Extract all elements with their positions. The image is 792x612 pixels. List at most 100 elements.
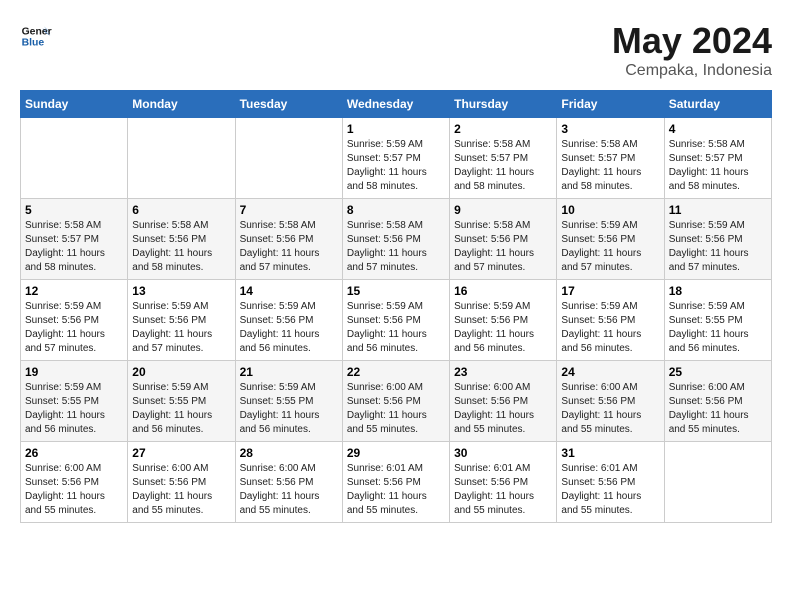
calendar-cell: 10 Sunrise: 5:59 AM Sunset: 5:56 PM Dayli… [557, 199, 664, 280]
day-of-week-header: Sunday [21, 91, 128, 118]
calendar-cell: 30 Sunrise: 6:01 AM Sunset: 5:56 PM Dayli… [450, 442, 557, 523]
day-of-week-header: Friday [557, 91, 664, 118]
calendar-cell: 22 Sunrise: 6:00 AM Sunset: 5:56 PM Dayli… [342, 361, 449, 442]
calendar-cell: 1 Sunrise: 5:59 AM Sunset: 5:57 PM Daylig… [342, 118, 449, 199]
day-info: Sunrise: 5:59 AM Sunset: 5:55 PM Dayligh… [240, 381, 338, 437]
calendar-cell: 12 Sunrise: 5:59 AM Sunset: 5:56 PM Dayli… [21, 280, 128, 361]
day-number: 13 [132, 284, 230, 298]
day-number: 10 [561, 203, 659, 217]
day-info: Sunrise: 6:01 AM Sunset: 5:56 PM Dayligh… [454, 462, 552, 518]
day-number: 25 [669, 365, 767, 379]
day-info: Sunrise: 5:58 AM Sunset: 5:56 PM Dayligh… [132, 219, 230, 275]
day-info: Sunrise: 5:59 AM Sunset: 5:55 PM Dayligh… [25, 381, 123, 437]
day-info: Sunrise: 5:58 AM Sunset: 5:56 PM Dayligh… [454, 219, 552, 275]
calendar-cell: 13 Sunrise: 5:59 AM Sunset: 5:56 PM Dayli… [128, 280, 235, 361]
subtitle: Cempaka, Indonesia [612, 62, 772, 80]
day-info: Sunrise: 6:00 AM Sunset: 5:56 PM Dayligh… [561, 381, 659, 437]
calendar-cell: 23Sunrise: 6:00 AM Sunset: 5:56 PM Dayli… [450, 361, 557, 442]
calendar-week-row: 5Sunrise: 5:58 AM Sunset: 5:57 PM Daylig… [21, 199, 772, 280]
day-number: 2 [454, 122, 552, 136]
calendar-cell: 9Sunrise: 5:58 AM Sunset: 5:56 PM Daylig… [450, 199, 557, 280]
main-title: May 2024 [612, 20, 772, 62]
day-info: Sunrise: 5:58 AM Sunset: 5:56 PM Dayligh… [347, 219, 445, 275]
day-number: 16 [454, 284, 552, 298]
day-info: Sunrise: 5:59 AM Sunset: 5:56 PM Dayligh… [669, 219, 767, 275]
calendar-week-row: 26 Sunrise: 6:00 AM Sunset: 5:56 PM Dayli… [21, 442, 772, 523]
day-number: 31 [561, 446, 659, 460]
page-header: General Blue May 2024 Cempaka, Indonesia [20, 20, 772, 80]
day-number: 21 [240, 365, 338, 379]
day-number: 27 [132, 446, 230, 460]
calendar-week-row: 19Sunrise: 5:59 AM Sunset: 5:55 PM Dayli… [21, 361, 772, 442]
day-info: Sunrise: 5:59 AM Sunset: 5:56 PM Dayligh… [347, 300, 445, 356]
calendar-cell: 19Sunrise: 5:59 AM Sunset: 5:55 PM Dayli… [21, 361, 128, 442]
day-info: Sunrise: 5:59 AM Sunset: 5:55 PM Dayligh… [132, 381, 230, 437]
svg-text:Blue: Blue [22, 38, 45, 49]
day-info: Sunrise: 5:59 AM Sunset: 5:56 PM Dayligh… [561, 300, 659, 356]
day-of-week-header: Thursday [450, 91, 557, 118]
day-number: 8 [347, 203, 445, 217]
day-of-week-header: Tuesday [235, 91, 342, 118]
day-info: Sunrise: 6:00 AM Sunset: 5:56 PM Dayligh… [347, 381, 445, 437]
calendar-cell: 24 Sunrise: 6:00 AM Sunset: 5:56 PM Dayli… [557, 361, 664, 442]
calendar-cell: 16 Sunrise: 5:59 AM Sunset: 5:56 PM Dayli… [450, 280, 557, 361]
day-info: Sunrise: 6:00 AM Sunset: 5:56 PM Dayligh… [132, 462, 230, 518]
calendar-cell [664, 442, 771, 523]
day-info: Sunrise: 6:00 AM Sunset: 5:56 PM Dayligh… [240, 462, 338, 518]
day-number: 26 [25, 446, 123, 460]
day-info: Sunrise: 5:58 AM Sunset: 5:57 PM Dayligh… [25, 219, 123, 275]
day-info: Sunrise: 6:00 AM Sunset: 5:56 PM Dayligh… [25, 462, 123, 518]
day-info: Sunrise: 5:59 AM Sunset: 5:57 PM Dayligh… [347, 138, 445, 194]
calendar-week-row: 12 Sunrise: 5:59 AM Sunset: 5:56 PM Dayli… [21, 280, 772, 361]
calendar-cell: 31 Sunrise: 6:01 AM Sunset: 5:56 PM Dayli… [557, 442, 664, 523]
title-area: May 2024 Cempaka, Indonesia [612, 20, 772, 80]
day-of-week-header: Wednesday [342, 91, 449, 118]
calendar-cell: 4Sunrise: 5:58 AM Sunset: 5:57 PM Daylig… [664, 118, 771, 199]
day-number: 20 [132, 365, 230, 379]
calendar-cell: 3Sunrise: 5:58 AM Sunset: 5:57 PM Daylig… [557, 118, 664, 199]
day-number: 24 [561, 365, 659, 379]
calendar-cell: 11Sunrise: 5:59 AM Sunset: 5:56 PM Dayli… [664, 199, 771, 280]
day-info: Sunrise: 5:59 AM Sunset: 5:56 PM Dayligh… [561, 219, 659, 275]
days-of-week-row: SundayMondayTuesdayWednesdayThursdayFrid… [21, 91, 772, 118]
calendar-cell: 8 Sunrise: 5:58 AM Sunset: 5:56 PM Daylig… [342, 199, 449, 280]
day-info: Sunrise: 5:59 AM Sunset: 5:56 PM Dayligh… [25, 300, 123, 356]
day-number: 22 [347, 365, 445, 379]
day-number: 1 [347, 122, 445, 136]
calendar-cell: 26 Sunrise: 6:00 AM Sunset: 5:56 PM Dayli… [21, 442, 128, 523]
calendar-week-row: 1 Sunrise: 5:59 AM Sunset: 5:57 PM Daylig… [21, 118, 772, 199]
calendar-cell [128, 118, 235, 199]
day-info: Sunrise: 5:58 AM Sunset: 5:57 PM Dayligh… [454, 138, 552, 194]
day-number: 29 [347, 446, 445, 460]
day-info: Sunrise: 6:00 AM Sunset: 5:56 PM Dayligh… [669, 381, 767, 437]
calendar-cell: 7Sunrise: 5:58 AM Sunset: 5:56 PM Daylig… [235, 199, 342, 280]
calendar-cell: 28Sunrise: 6:00 AM Sunset: 5:56 PM Dayli… [235, 442, 342, 523]
day-info: Sunrise: 5:58 AM Sunset: 5:57 PM Dayligh… [669, 138, 767, 194]
calendar-cell: 25 Sunrise: 6:00 AM Sunset: 5:56 PM Dayli… [664, 361, 771, 442]
day-info: Sunrise: 5:59 AM Sunset: 5:55 PM Dayligh… [669, 300, 767, 356]
svg-text:General: General [22, 26, 52, 37]
day-number: 17 [561, 284, 659, 298]
day-number: 23 [454, 365, 552, 379]
calendar-cell: 6 Sunrise: 5:58 AM Sunset: 5:56 PM Daylig… [128, 199, 235, 280]
day-info: Sunrise: 5:58 AM Sunset: 5:57 PM Dayligh… [561, 138, 659, 194]
calendar-cell: 27 Sunrise: 6:00 AM Sunset: 5:56 PM Dayli… [128, 442, 235, 523]
calendar-cell: 17 Sunrise: 5:59 AM Sunset: 5:56 PM Dayli… [557, 280, 664, 361]
calendar-cell [21, 118, 128, 199]
logo-icon: General Blue [20, 20, 52, 52]
day-number: 6 [132, 203, 230, 217]
calendar-cell [235, 118, 342, 199]
day-number: 12 [25, 284, 123, 298]
day-of-week-header: Monday [128, 91, 235, 118]
day-info: Sunrise: 5:59 AM Sunset: 5:56 PM Dayligh… [132, 300, 230, 356]
calendar-cell: 29 Sunrise: 6:01 AM Sunset: 5:56 PM Dayli… [342, 442, 449, 523]
day-info: Sunrise: 6:01 AM Sunset: 5:56 PM Dayligh… [561, 462, 659, 518]
day-info: Sunrise: 5:59 AM Sunset: 5:56 PM Dayligh… [454, 300, 552, 356]
day-number: 18 [669, 284, 767, 298]
day-number: 30 [454, 446, 552, 460]
day-number: 7 [240, 203, 338, 217]
calendar-cell: 5Sunrise: 5:58 AM Sunset: 5:57 PM Daylig… [21, 199, 128, 280]
day-info: Sunrise: 6:01 AM Sunset: 5:56 PM Dayligh… [347, 462, 445, 518]
calendar-cell: 21 Sunrise: 5:59 AM Sunset: 5:55 PM Dayli… [235, 361, 342, 442]
day-info: Sunrise: 5:59 AM Sunset: 5:56 PM Dayligh… [240, 300, 338, 356]
